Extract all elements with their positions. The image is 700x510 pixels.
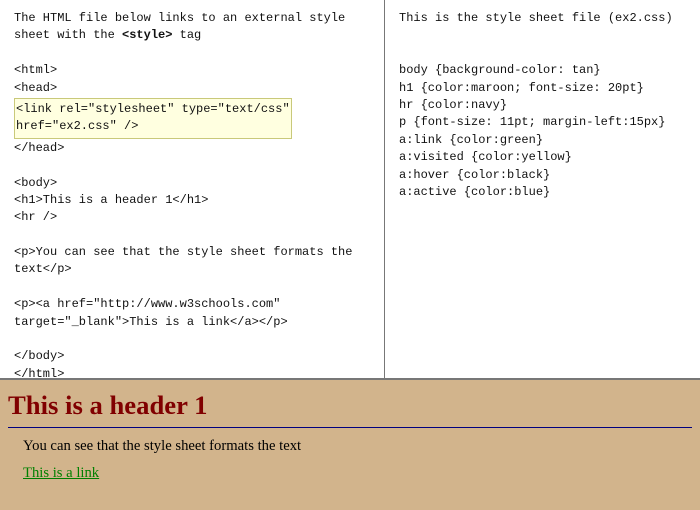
- code-line: <p><a href="http://www.w3schools.com" ta…: [14, 296, 370, 331]
- code-line: </head>: [14, 140, 370, 157]
- code-line: <link rel="stylesheet" type="text/css": [16, 101, 290, 118]
- preview-paragraph: You can see that the style sheet formats…: [23, 438, 692, 455]
- css-line: a:hover {color:black}: [399, 167, 686, 184]
- css-line: p {font-size: 11pt; margin-left:15px}: [399, 114, 686, 131]
- css-source-column: This is the style sheet file (ex2.css) b…: [385, 0, 700, 378]
- intro-post: tag: [172, 28, 201, 42]
- preview-link[interactable]: This is a link: [23, 465, 99, 481]
- html-source-column: The HTML file below links to an external…: [0, 0, 385, 378]
- code-line: <hr />: [14, 209, 370, 226]
- code-line: </html>: [14, 366, 370, 383]
- code-line: <body>: [14, 175, 370, 192]
- css-intro: This is the style sheet file (ex2.css): [399, 10, 686, 27]
- css-line: h1 {color:maroon; font-size: 20pt}: [399, 80, 686, 97]
- intro-bold: <style>: [122, 28, 172, 42]
- code-columns: The HTML file below links to an external…: [0, 0, 700, 380]
- css-line: a:visited {color:yellow}: [399, 149, 686, 166]
- rendered-preview: This is a header 1 You can see that the …: [0, 380, 700, 510]
- css-line: body {background-color: tan}: [399, 62, 686, 79]
- code-line: href="ex2.css" />: [16, 118, 290, 135]
- preview-hr: [8, 427, 692, 428]
- preview-heading: This is a header 1: [8, 390, 692, 421]
- code-line: <head>: [14, 80, 370, 97]
- code-line: <p>You can see that the style sheet form…: [14, 244, 370, 279]
- css-line: a:active {color:blue}: [399, 184, 686, 201]
- preview-link-paragraph: This is a link: [23, 465, 692, 482]
- css-line: hr {color:navy}: [399, 97, 686, 114]
- code-line: <h1>This is a header 1</h1>: [14, 192, 370, 209]
- code-line: <html>: [14, 62, 370, 79]
- code-line: </body>: [14, 348, 370, 365]
- css-line: a:link {color:green}: [399, 132, 686, 149]
- html-intro: The HTML file below links to an external…: [14, 10, 370, 45]
- highlighted-link-tag: <link rel="stylesheet" type="text/css" h…: [14, 98, 292, 139]
